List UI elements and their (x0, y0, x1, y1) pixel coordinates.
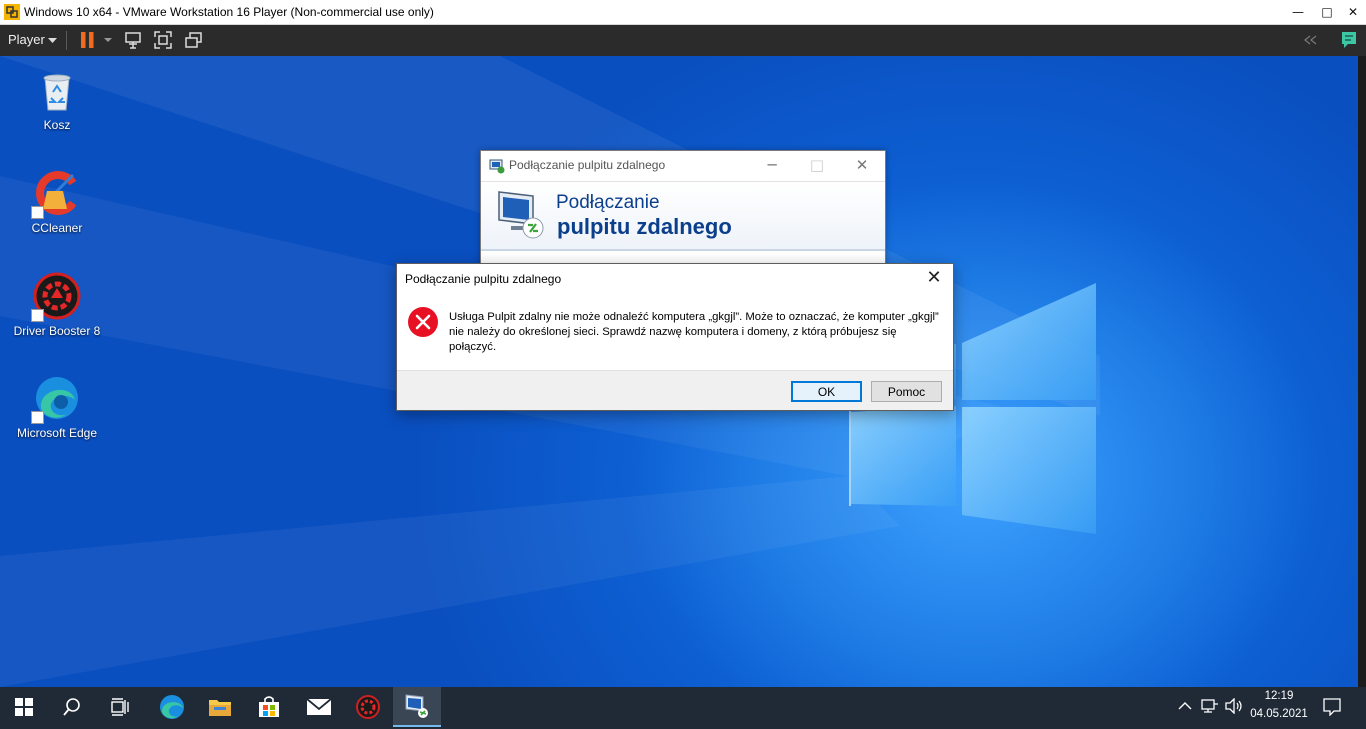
rdp-banner: Podłączanie pulpitu zdalnego (481, 181, 885, 249)
taskbar-file-explorer[interactable] (196, 687, 244, 727)
vmware-logo-icon (4, 4, 20, 20)
remote-desktop-icon (405, 694, 428, 718)
unity-mode-icon[interactable] (184, 30, 204, 50)
desktop-icon-driver-booster[interactable]: Driver Booster 8 (12, 272, 102, 338)
desktop-icon-ccleaner[interactable]: CCleaner (12, 169, 102, 235)
player-menu-label: Player (8, 32, 45, 47)
clock-date[interactable]: 04.05.2021 (1246, 708, 1312, 720)
error-icon (408, 307, 438, 337)
shortcut-arrow-icon (31, 206, 44, 219)
volume-icon[interactable] (1224, 698, 1244, 714)
task-view-icon (111, 698, 129, 716)
desktop-icon-edge[interactable]: Microsoft Edge (12, 374, 102, 440)
desktop-icon-label: Kosz (43, 118, 71, 132)
search-icon (63, 698, 80, 716)
driver-booster-icon (356, 695, 380, 719)
ok-button[interactable]: OK (791, 381, 862, 402)
error-dialog: Podłączanie pulpitu zdalnego ✕ Usługa Pu… (396, 263, 954, 411)
rdp-banner-title-line1: Podłączanie (556, 192, 660, 213)
desktop-icon-label: CCleaner (31, 221, 83, 235)
network-icon[interactable] (1201, 698, 1219, 714)
help-button-label: Pomoc (887, 384, 926, 399)
rdp-banner-divider (481, 249, 885, 251)
vmware-toolbar: Player (0, 25, 1366, 56)
minimize-button[interactable]: — (1286, 0, 1310, 24)
taskbar-driver-booster[interactable] (344, 687, 392, 727)
shortcut-arrow-icon (31, 309, 44, 322)
maximize-button[interactable]: □ (1315, 0, 1339, 24)
desktop-icon-recycle-bin[interactable]: Kosz (12, 66, 102, 132)
task-view-button[interactable] (96, 687, 144, 727)
rdp-close-button[interactable]: ✕ (845, 153, 879, 177)
error-dialog-close-button[interactable]: ✕ (919, 266, 949, 290)
toolbar-divider (66, 31, 67, 50)
error-message: Usługa Pulpit zdalny nie może odnaleźć k… (449, 311, 939, 353)
store-icon (259, 696, 279, 717)
search-button[interactable] (48, 687, 96, 727)
desktop-icon-label: Microsoft Edge (16, 426, 98, 440)
pause-icon[interactable] (79, 30, 97, 50)
notification-center-icon[interactable] (1323, 698, 1341, 716)
message-log-icon[interactable] (1340, 30, 1358, 50)
rdp-banner-title-line2: pulpitu zdalnego (557, 214, 732, 239)
taskbar-edge[interactable] (148, 687, 196, 727)
chevron-down-icon (48, 38, 57, 43)
vm-border-strip (1358, 56, 1366, 687)
player-menu[interactable]: Player (0, 25, 62, 56)
taskbar: 12:19 04.05.2021 (0, 687, 1366, 729)
collapse-toolbar-icon[interactable] (1302, 30, 1318, 50)
remote-desktop-monitor-icon (498, 191, 544, 239)
ok-button-label: OK (817, 384, 836, 399)
rdp-window-title: Podłączanie pulpitu zdalnego (509, 158, 666, 172)
rdp-minimize-button[interactable]: ─ (755, 153, 789, 177)
error-dialog-title: Podłączanie pulpitu zdalnego (405, 272, 562, 286)
mail-icon (306, 698, 332, 715)
error-dialog-footer: OK Pomoc (397, 370, 953, 410)
rdp-connection-window: Podłączanie pulpitu zdalnego ─ □ ✕ Podłą… (480, 150, 886, 270)
rdp-maximize-button: □ (809, 156, 825, 174)
start-button[interactable] (0, 687, 48, 727)
clock-time[interactable]: 12:19 (1250, 690, 1308, 702)
help-button[interactable]: Pomoc (871, 381, 942, 402)
vmware-titlebar: Windows 10 x64 - VMware Workstation 16 P… (0, 0, 1366, 25)
close-button[interactable]: ✕ (1341, 0, 1365, 24)
file-explorer-icon (209, 700, 231, 716)
shortcut-arrow-icon (31, 411, 44, 424)
edge-icon (160, 695, 184, 719)
desktop-icon-label: Driver Booster 8 (13, 324, 101, 338)
chevron-up-icon[interactable] (1178, 701, 1192, 711)
taskbar-remote-desktop[interactable] (393, 687, 441, 727)
full-screen-icon[interactable] (153, 30, 173, 50)
taskbar-store[interactable] (245, 687, 293, 727)
vmware-window-title: Windows 10 x64 - VMware Workstation 16 P… (24, 5, 434, 19)
taskbar-mail[interactable] (295, 687, 343, 727)
send-ctrl-alt-del-icon[interactable] (123, 30, 143, 50)
remote-desktop-icon (489, 159, 505, 174)
start-icon (15, 698, 33, 716)
recycle-bin-icon (43, 74, 71, 111)
pause-dropdown-icon[interactable] (103, 30, 113, 50)
